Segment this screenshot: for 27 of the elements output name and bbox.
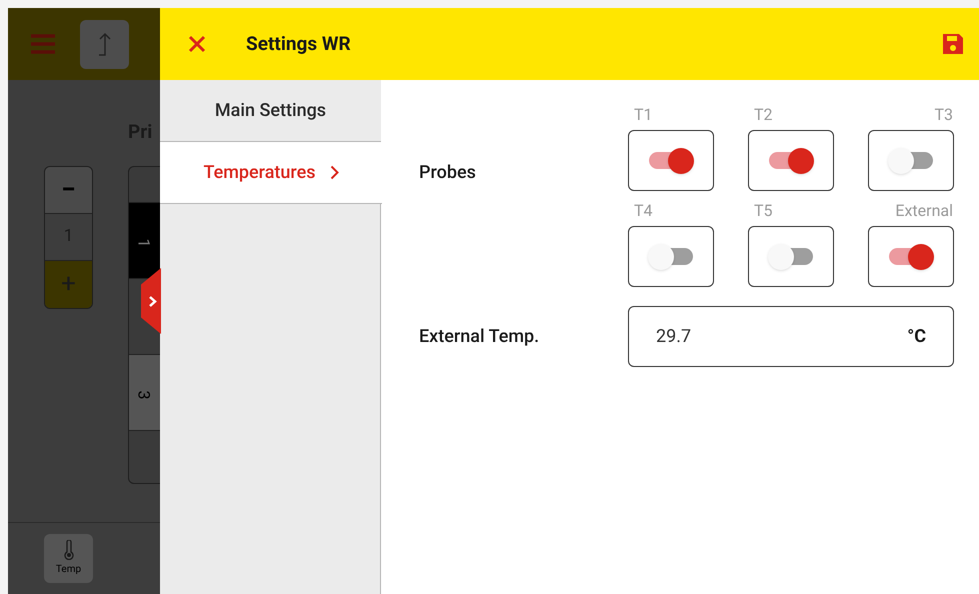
toggle-switch[interactable]	[648, 244, 694, 270]
external-temp-label: External Temp.	[419, 325, 540, 349]
probe-label: T4	[633, 201, 654, 222]
save-icon[interactable]	[941, 32, 965, 56]
toggle-switch[interactable]	[888, 244, 934, 270]
menu-item[interactable]: Temperatures	[160, 142, 382, 204]
toggle-switch[interactable]	[768, 148, 814, 174]
chevron-right-icon	[330, 165, 339, 180]
external-temp-field[interactable]: 29.7 °C	[628, 306, 954, 367]
probe-label: External	[894, 201, 954, 222]
drawer-title: Settings WR	[246, 30, 351, 57]
probe-label: T3	[933, 105, 954, 126]
probe-label: T1	[633, 105, 654, 126]
thermometer-icon	[64, 540, 74, 560]
tab[interactable]: 3	[129, 355, 160, 431]
probe-label: T2	[753, 105, 774, 126]
minus-button[interactable]: −	[45, 167, 92, 214]
toggle-switch[interactable]	[888, 148, 934, 174]
close-icon[interactable]	[188, 35, 206, 53]
probe-label: T5	[753, 201, 774, 222]
toggle-switch[interactable]	[768, 244, 814, 270]
tab[interactable]: 1	[129, 203, 160, 279]
unit-label: °C	[907, 325, 926, 349]
toggle-switch[interactable]	[648, 148, 694, 174]
probes-label: Probes	[419, 161, 477, 183]
temp-button[interactable]: Temp	[44, 534, 93, 583]
menu-item[interactable]: Main Settings	[160, 80, 381, 142]
